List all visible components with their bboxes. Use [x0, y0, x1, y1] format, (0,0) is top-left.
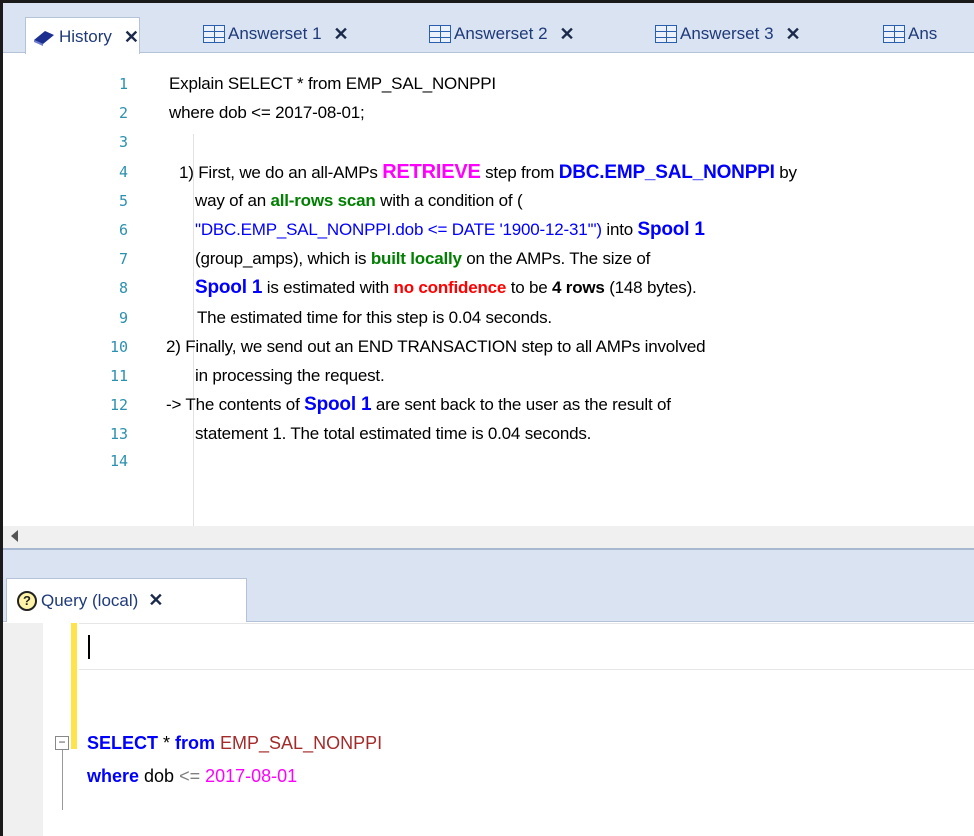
code-text: 2) Finally, we send out an END TRANSACTI… — [166, 337, 706, 356]
grid-icon — [883, 25, 905, 43]
line-number: 9 — [118, 309, 128, 327]
close-icon[interactable]: ✕ — [334, 24, 349, 45]
code-line: 1 Explain SELECT * from EMP_SAL_NONPPI — [3, 70, 974, 98]
query-line: where dob <= 2017-08-01 — [87, 766, 298, 786]
line-number: 13 — [109, 425, 128, 443]
explain-editor[interactable]: 1 Explain SELECT * from EMP_SAL_NONPPI 2… — [3, 54, 974, 526]
grid-icon — [655, 25, 677, 43]
query-line: SELECT * from EMP_SAL_NONPPI — [87, 733, 383, 753]
close-icon[interactable]: ✕ — [124, 27, 139, 48]
text-caret — [88, 635, 90, 659]
tab-answerset-2[interactable]: Answerset 2 ✕ — [429, 19, 575, 49]
pane-splitter[interactable] — [3, 548, 974, 570]
line-number: 6 — [118, 221, 128, 239]
tab-label: Answerset 3 — [680, 24, 774, 43]
tab-label: History — [59, 27, 112, 46]
tab-answerset-4[interactable]: Ans — [883, 19, 937, 49]
modified-lines-marker — [71, 623, 77, 749]
code-line: 13 statement 1. The total estimated time… — [3, 420, 974, 448]
fold-toggle-icon[interactable]: − — [55, 736, 69, 750]
code-text: "DBC.EMP_SAL_NONPPI.dob <= DATE '1900-12… — [195, 219, 705, 240]
editor-gutter — [3, 623, 43, 836]
code-line: 14 — [3, 448, 974, 470]
code-text: -> The contents of Spool 1 are sent back… — [166, 394, 671, 415]
code-line: 5 way of an all-rows scan with a conditi… — [3, 187, 974, 215]
line-number: 11 — [109, 367, 128, 385]
tab-answerset-1[interactable]: Answerset 1 ✕ — [203, 19, 349, 49]
fold-guide — [62, 750, 63, 810]
tab-label: Ans — [908, 24, 938, 43]
code-text: The estimated time for this step is 0.04… — [197, 308, 552, 327]
code-text: statement 1. The total estimated time is… — [195, 424, 592, 443]
tab-label: Query (local) — [41, 590, 139, 610]
code-line: 8 Spool 1 is estimated with no confidenc… — [3, 274, 974, 302]
result-tab-strip: History ✕ Answerset 1 ✕ Answerset 2 ✕ An… — [3, 3, 974, 56]
tab-label: Answerset 1 — [228, 24, 322, 43]
code-text: (group_amps), which is built locally on … — [195, 249, 651, 268]
line-number: 8 — [118, 279, 128, 297]
tab-history[interactable]: History ✕ — [25, 17, 140, 56]
code-line: 4 1) First, we do an all-AMPs RETRIEVE s… — [3, 158, 974, 186]
line-number: 7 — [118, 250, 128, 268]
code-line: 10 2) Finally, we send out an END TRANSA… — [3, 333, 974, 361]
query-editor[interactable]: − SELECT * from EMP_SAL_NONPPI where dob… — [3, 623, 974, 836]
grid-icon — [203, 25, 225, 43]
line-number: 1 — [118, 75, 128, 93]
current-line-highlight — [79, 623, 974, 670]
code-line: 2 where dob <= 2017-08-01; — [3, 99, 974, 127]
tab-label: Answerset 2 — [454, 24, 548, 43]
code-line: 3 — [3, 128, 974, 156]
code-text: Explain SELECT * from EMP_SAL_NONPPI — [169, 74, 496, 93]
tab-query-local[interactable]: ? Query (local) ✕ — [6, 578, 247, 622]
help-icon: ? — [17, 590, 37, 611]
line-number: 10 — [109, 338, 128, 356]
code-line: 7 (group_amps), which is built locally o… — [3, 245, 974, 273]
book-icon — [34, 31, 54, 46]
code-text: way of an all-rows scan with a condition… — [195, 191, 523, 210]
code-line: 12 -> The contents of Spool 1 are sent b… — [3, 391, 974, 419]
close-icon[interactable]: ✕ — [560, 24, 575, 45]
line-number: 5 — [118, 192, 128, 210]
grid-icon — [429, 25, 451, 43]
horizontal-scrollbar[interactable] — [3, 526, 974, 548]
scroll-left-icon[interactable] — [11, 530, 18, 542]
code-text: where dob <= 2017-08-01; — [169, 103, 365, 122]
code-text: in processing the request. — [195, 366, 385, 385]
line-number: 4 — [118, 163, 128, 181]
code-line: 11 in processing the request. — [3, 362, 974, 390]
code-text: Spool 1 is estimated with no confidence … — [195, 277, 697, 298]
code-text: 1) First, we do an all-AMPs RETRIEVE ste… — [179, 160, 797, 183]
query-tab-strip: ? Query (local) ✕ — [3, 570, 974, 622]
close-icon[interactable]: ✕ — [786, 24, 801, 45]
line-number: 12 — [109, 396, 128, 414]
line-number: 14 — [109, 452, 128, 470]
code-line: 6 "DBC.EMP_SAL_NONPPI.dob <= DATE '1900-… — [3, 216, 974, 244]
line-number: 3 — [118, 133, 128, 151]
tab-answerset-3[interactable]: Answerset 3 ✕ — [655, 19, 801, 49]
close-icon[interactable]: ✕ — [148, 590, 163, 611]
line-number: 2 — [118, 104, 128, 122]
code-line: 9 The estimated time for this step is 0.… — [3, 304, 974, 332]
